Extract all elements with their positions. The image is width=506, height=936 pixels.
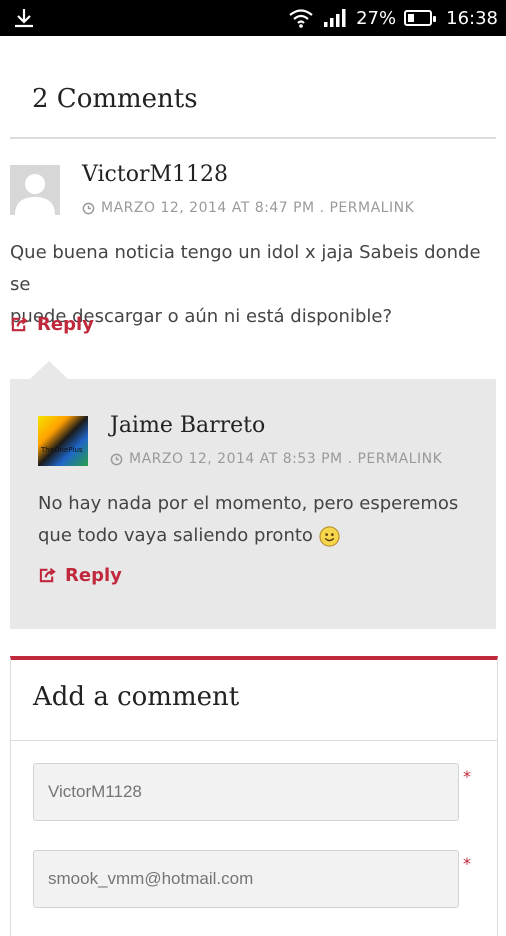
reply-button[interactable]: Reply <box>38 565 122 586</box>
form-title: Add a comment <box>33 682 240 712</box>
comment-line: Que buena noticia tengo un idol x jaja S… <box>10 242 481 295</box>
comment-line: que todo vaya saliendo pronto <box>38 525 313 546</box>
comment-line: No hay nada por el momento, pero esperem… <box>38 493 459 514</box>
comment-form: Add a comment * * <box>10 656 498 936</box>
comments-title: 2 Comments <box>32 84 198 114</box>
download-icon <box>15 9 33 28</box>
comment-meta[interactable]: MARZO 12, 2014 AT 8:53 PM . PERMALINK <box>110 451 442 467</box>
reply-button[interactable]: Reply <box>10 314 94 335</box>
signal-icon <box>324 9 346 27</box>
comment-author[interactable]: Jaime Barreto <box>110 413 265 438</box>
comment-meta[interactable]: MARZO 12, 2014 AT 8:47 PM . PERMALINK <box>82 200 414 216</box>
reply-label: Reply <box>37 314 94 335</box>
comment-meta-text: MARZO 12, 2014 AT 8:53 PM . PERMALINK <box>129 451 443 467</box>
required-mark: * <box>463 854 471 873</box>
reply-icon <box>11 317 28 332</box>
comment-line-wrap: que todo vaya saliendo pronto <box>38 520 458 552</box>
divider <box>11 740 497 741</box>
reply-pointer <box>30 361 68 379</box>
comment-author[interactable]: VictorM1128 <box>82 162 228 187</box>
battery-percent: 27% <box>356 7 397 29</box>
battery-level <box>408 14 414 22</box>
comment-body: No hay nada por el momento, pero esperem… <box>38 488 458 552</box>
clock: 16:38 <box>446 7 498 29</box>
avatar[interactable]: TheOnePlus <box>38 416 88 466</box>
battery-icon <box>404 10 437 26</box>
avatar-caption: TheOnePlus <box>41 446 83 454</box>
required-mark: * <box>463 767 471 786</box>
page: 2 Comments VictorM1128 MARZO 12, 2014 AT… <box>0 36 506 936</box>
reply-icon <box>39 568 56 583</box>
user-placeholder-icon <box>15 174 55 215</box>
clock-icon <box>110 453 123 465</box>
avatar[interactable] <box>10 165 60 215</box>
email-field[interactable] <box>33 850 459 908</box>
clock-icon <box>82 202 95 214</box>
smiley-icon <box>319 525 340 547</box>
name-field[interactable] <box>33 763 459 821</box>
reply-label: Reply <box>65 565 122 586</box>
nested-reply: TheOnePlus Jaime Barreto MARZO 12, 2014 … <box>10 361 496 629</box>
status-bar: 27% 16:38 <box>0 0 506 36</box>
comment-meta-text: MARZO 12, 2014 AT 8:47 PM . PERMALINK <box>101 200 415 216</box>
divider <box>10 137 496 139</box>
wifi-icon <box>289 9 313 28</box>
